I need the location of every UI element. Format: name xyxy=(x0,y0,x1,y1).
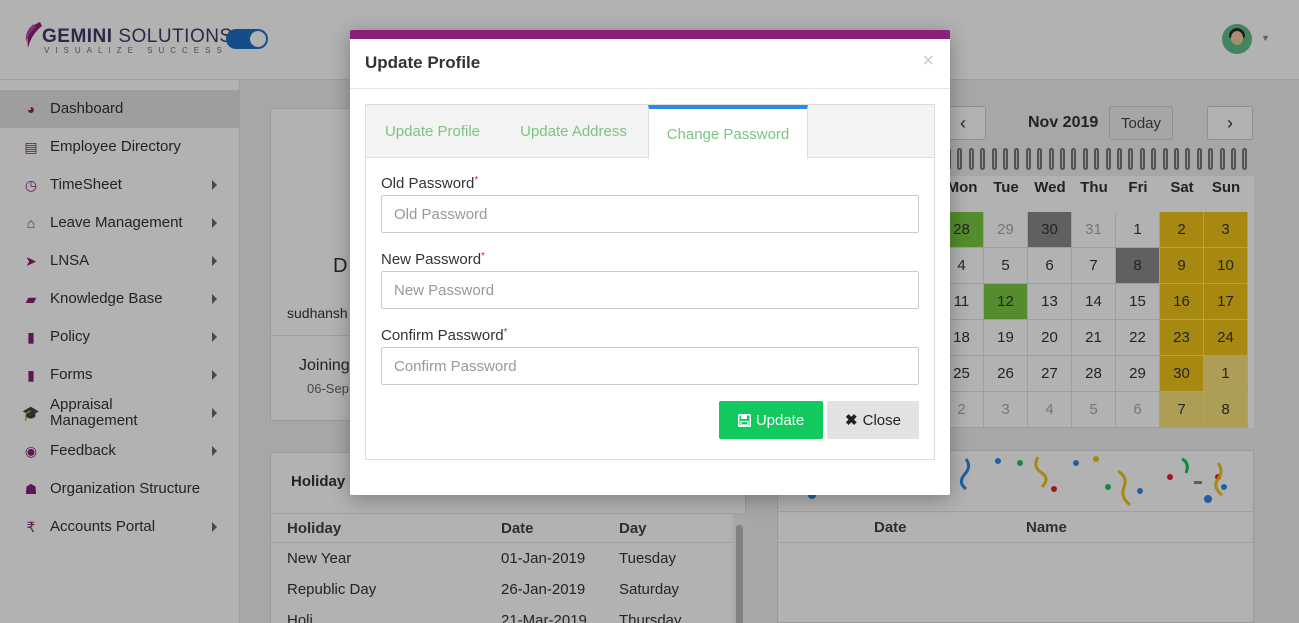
required-mark: * xyxy=(474,175,479,186)
update-button-label: Update xyxy=(755,411,805,429)
required-mark: * xyxy=(503,327,508,338)
tab-bar: Update Profile Update Address Change Pas… xyxy=(366,105,934,159)
tab-change-password[interactable]: Change Password xyxy=(648,105,808,159)
old-password-label: Old Password* xyxy=(381,175,479,192)
update-profile-modal: Update Profile × Update Profile Update A… xyxy=(350,30,950,495)
modal-header: Update Profile × xyxy=(350,39,950,89)
old-password-field[interactable] xyxy=(381,195,919,233)
modal-title: Update Profile xyxy=(365,53,481,72)
confirm-password-field[interactable] xyxy=(381,347,919,385)
times-icon: ✖ xyxy=(845,412,858,429)
tab-update-profile[interactable]: Update Profile xyxy=(366,105,499,158)
confirm-password-label: Confirm Password* xyxy=(381,327,508,344)
new-password-field[interactable] xyxy=(381,271,919,309)
update-button[interactable]: Update xyxy=(719,401,823,439)
save-icon xyxy=(737,413,751,427)
tab-update-address[interactable]: Update Address xyxy=(499,105,648,158)
close-icon[interactable]: × xyxy=(922,51,934,71)
modal-tabs-panel: Update Profile Update Address Change Pas… xyxy=(365,104,935,460)
close-button-label: Close xyxy=(862,411,901,429)
required-mark: * xyxy=(481,251,485,262)
new-password-label: New Password* xyxy=(381,251,485,268)
close-button[interactable]: ✖ Close xyxy=(827,401,919,439)
